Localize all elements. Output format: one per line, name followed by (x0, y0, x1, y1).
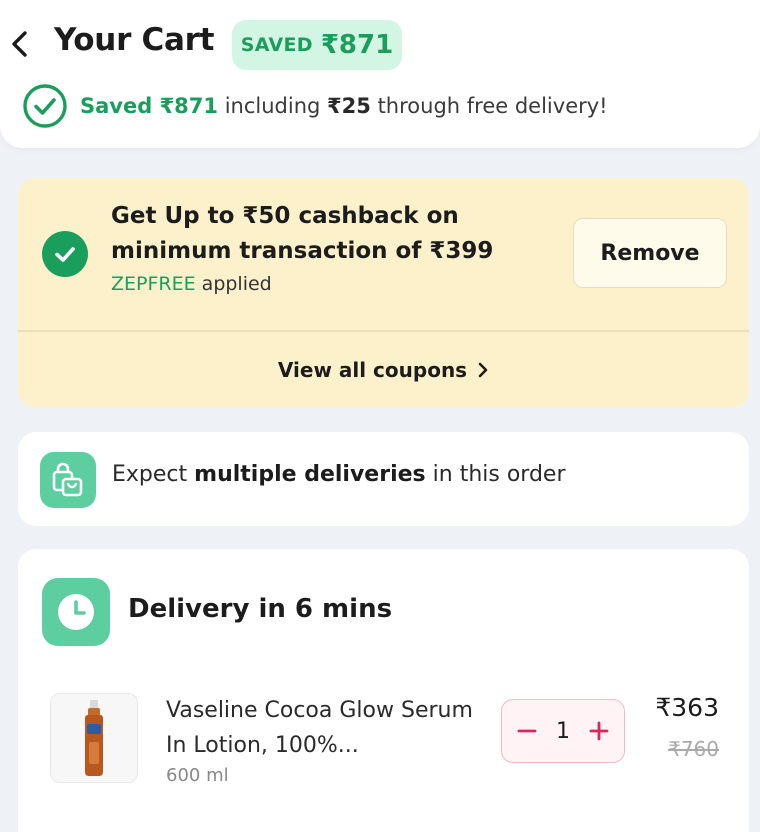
saved-badge-label: SAVED (240, 34, 313, 56)
multiple-deliveries-notice: Expect multiple deliveries in this order (18, 432, 749, 526)
product-name[interactable]: Vaseline Cocoa Glow Serum In Lotion, 100… (166, 693, 486, 763)
coupon-title: Get Up to ₹50 cashback on minimum transa… (111, 203, 494, 264)
product-mrp: ₹760 (668, 737, 719, 761)
product-image[interactable] (50, 693, 138, 783)
delivery-eta-title: Delivery in 6 mins (128, 594, 393, 624)
notice-suffix: in this order (432, 462, 566, 487)
coupon-applied-label: applied (201, 273, 272, 295)
page-title: Your Cart (54, 22, 215, 58)
product-quantity: 600 ml (166, 765, 229, 786)
decrease-quantity-button[interactable] (514, 718, 540, 744)
view-all-coupons-label: View all coupons (277, 358, 468, 382)
savings-amount: Saved ₹871 (80, 94, 219, 118)
quantity-count: 1 (556, 718, 570, 744)
cart-header: Your Cart SAVED ₹871 Saved ₹871 includin… (0, 0, 760, 148)
product-price: ₹363 (655, 693, 719, 722)
increase-quantity-button[interactable] (586, 718, 612, 744)
remove-coupon-button[interactable]: Remove (573, 218, 727, 288)
saved-badge-amount: ₹871 (320, 30, 394, 60)
coupon-card: Get Up to ₹50 cashback on minimum transa… (18, 178, 749, 408)
plus-icon (589, 721, 609, 741)
coupon-code: ZEPFREE (111, 273, 196, 295)
view-all-coupons-link[interactable]: View all coupons (18, 332, 749, 408)
back-button[interactable] (4, 26, 36, 62)
back-arrow-icon (12, 31, 27, 57)
chevron-right-icon (478, 362, 488, 378)
minus-icon (517, 729, 537, 733)
multiple-deliveries-text: Expect multiple deliveries in this order (112, 462, 566, 487)
shopping-bags-icon (40, 452, 96, 508)
savings-suffix: through free delivery! (377, 94, 608, 118)
notice-prefix: Expect (112, 462, 188, 487)
savings-mid: including (224, 94, 321, 118)
coupon-applied-status: ZEPFREE applied (111, 273, 272, 295)
check-circle-icon (23, 84, 67, 128)
coupon-check-icon (42, 231, 88, 277)
savings-summary: Saved ₹871 including ₹25 through free de… (22, 84, 608, 128)
delivery-savings: ₹25 (327, 94, 371, 118)
saved-badge: SAVED ₹871 (232, 20, 402, 70)
clock-icon (42, 578, 110, 646)
delivery-group-card: Delivery in 6 mins Vaseline Cocoa Glow S… (18, 549, 749, 832)
notice-bold: multiple deliveries (194, 462, 426, 487)
quantity-stepper: 1 (501, 699, 625, 763)
